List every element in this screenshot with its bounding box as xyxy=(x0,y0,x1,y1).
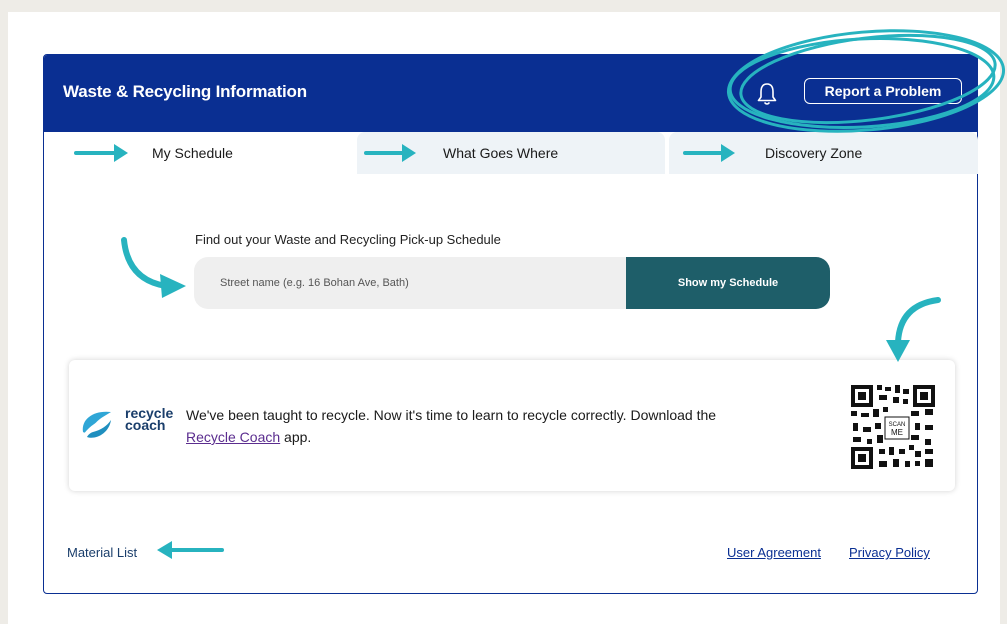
material-list-link[interactable]: Material List xyxy=(67,545,137,560)
tab-my-schedule[interactable]: My Schedule xyxy=(44,132,354,174)
waste-info-widget: Waste & Recycling Information Report a P… xyxy=(43,54,978,594)
recycle-coach-link[interactable]: Recycle Coach xyxy=(186,429,280,445)
recycle-coach-logo: recycle coach xyxy=(77,404,177,444)
qr-code-icon: SCAN ME xyxy=(849,383,937,471)
tab-label: What Goes Where xyxy=(443,145,559,161)
schedule-heading: Find out your Waste and Recycling Pick-u… xyxy=(195,232,501,247)
promo-body: We've been taught to recycle. Now it's t… xyxy=(186,407,717,423)
header-title: Waste & Recycling Information xyxy=(63,82,307,101)
widget-header: Waste & Recycling Information Report a P… xyxy=(44,55,977,132)
tab-discovery-zone[interactable]: Discovery Zone xyxy=(669,132,978,174)
tab-what-goes-where[interactable]: What Goes Where xyxy=(357,132,665,174)
show-schedule-button[interactable]: Show my Schedule xyxy=(626,257,830,309)
tab-bar: My Schedule What Goes Where Discovery Zo… xyxy=(44,132,978,174)
user-agreement-link[interactable]: User Agreement xyxy=(727,545,821,560)
tab-label: My Schedule xyxy=(152,145,233,161)
report-problem-button[interactable]: Report a Problem xyxy=(804,78,962,104)
bell-icon[interactable] xyxy=(756,81,778,107)
qr-me-label: ME xyxy=(891,428,903,437)
tab-label: Discovery Zone xyxy=(765,145,863,161)
promo-message: We've been taught to recycle. Now it's t… xyxy=(186,404,836,448)
street-search-input[interactable] xyxy=(194,257,626,309)
privacy-policy-link[interactable]: Privacy Policy xyxy=(849,545,930,560)
recycle-coach-promo: recycle coach We've been taught to recyc… xyxy=(69,360,955,491)
promo-suffix: app. xyxy=(280,429,312,445)
recycle-coach-wordmark: recycle coach xyxy=(125,406,173,432)
schedule-search-bar: Show my Schedule xyxy=(194,257,830,309)
recycle-coach-leaf-icon xyxy=(82,411,111,438)
